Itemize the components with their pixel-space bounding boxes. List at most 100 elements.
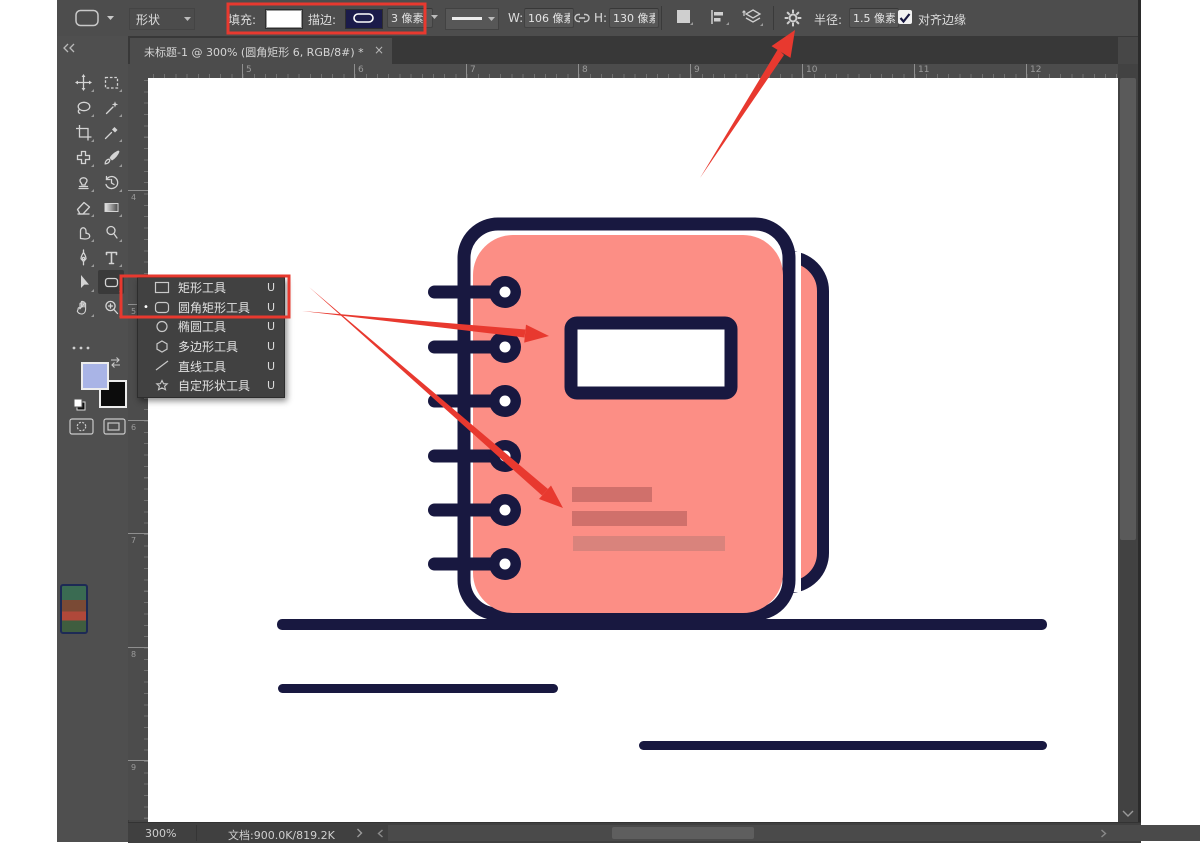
fill-label: 填充: [228, 11, 256, 28]
chevron-down-icon [184, 17, 191, 22]
collapse-panel-icon [62, 43, 76, 53]
dodge-tool[interactable] [98, 220, 124, 244]
checkbox-check-icon [898, 11, 912, 25]
arrange-icon [741, 8, 765, 28]
height-label: H: [594, 11, 607, 25]
quick-mask-icon [69, 418, 95, 435]
screen-mode-button[interactable] [103, 418, 127, 439]
scroll-right-icon[interactable] [1100, 829, 1108, 838]
align-edges-checkbox[interactable] [898, 10, 912, 24]
tool-preset-button[interactable] [71, 6, 119, 30]
width-input[interactable] [524, 8, 574, 28]
tool-options-bar: 形状 填充: 描边: W: H: [57, 0, 1138, 37]
path-selection-tool[interactable] [70, 270, 96, 294]
horizontal-ruler: 5 6 7 8 9 10 11 12 [148, 64, 1118, 78]
path-operations-button[interactable] [675, 9, 695, 27]
menu-item-shortcut: U [267, 379, 275, 392]
spot-healing-brush-tool[interactable] [70, 145, 96, 169]
status-bar: 300% 文档:900.0K/819.2K [128, 822, 1141, 843]
stroke-width-input[interactable] [387, 8, 433, 28]
crop-tool[interactable] [70, 120, 96, 144]
menu-item-shortcut: U [267, 301, 275, 314]
ellipse-icon [153, 320, 171, 333]
menu-item-label: 圆角矩形工具 [178, 299, 250, 316]
vertical-ruler: 4 5 6 7 8 9 [128, 78, 148, 820]
chevron-down-icon[interactable] [431, 15, 438, 20]
ruler-mark: 7 [466, 64, 476, 78]
pen-tool[interactable] [70, 245, 96, 269]
height-input[interactable] [609, 8, 659, 28]
default-colors-button[interactable] [73, 396, 87, 415]
menu-item-rounded-rectangle-tool[interactable]: • 圆角矩形工具 U [138, 298, 284, 318]
stroke-type-select[interactable] [445, 8, 499, 30]
link-dimensions-icon[interactable] [573, 11, 591, 25]
smudge-tool[interactable] [70, 220, 96, 244]
ruler-mark: 6 [354, 64, 364, 78]
rectangle-icon [153, 281, 171, 294]
default-swatches-icon [73, 398, 87, 411]
foreground-color-swatch[interactable] [81, 362, 109, 390]
rounded-rect-preset-icon [71, 6, 119, 30]
close-tab-button[interactable]: × [374, 43, 384, 57]
magic-wand-tool[interactable] [98, 95, 124, 119]
edit-toolbar-button[interactable] [71, 336, 93, 355]
brush-tool[interactable] [98, 145, 124, 169]
scroll-left-icon[interactable] [376, 829, 384, 838]
ruler-mark: 8 [128, 647, 148, 659]
history-brush-tool[interactable] [98, 170, 124, 194]
scroll-down-icon[interactable] [1122, 810, 1134, 818]
menu-item-label: 椭圆工具 [178, 318, 226, 335]
document-tab-bar: 未标题-1 @ 300% (圆角矩形 6, RGB/8#) * × [128, 36, 1118, 64]
radius-input[interactable] [849, 8, 899, 28]
document-info: 文档:900.0K/819.2K [228, 827, 335, 843]
tool-mode-select[interactable]: 形状 [129, 8, 195, 30]
align-icon [709, 9, 731, 27]
ruler-mark: 11 [914, 64, 929, 78]
menu-item-polygon-tool[interactable]: 多边形工具 U [138, 337, 284, 357]
path-arrangement-button[interactable] [741, 8, 765, 28]
swap-colors-button[interactable] [109, 354, 124, 373]
document-tab[interactable]: 未标题-1 @ 300% (圆角矩形 6, RGB/8#) * × [130, 38, 392, 64]
collapse-panel-button[interactable] [62, 38, 76, 57]
clone-stamp-tool[interactable] [70, 170, 96, 194]
ellipsis-icon [71, 345, 93, 351]
ruler-mark: 9 [690, 64, 700, 78]
quick-mask-button[interactable] [69, 418, 95, 439]
path-alignment-button[interactable] [709, 9, 731, 27]
menu-item-rectangle-tool[interactable]: 矩形工具 U [138, 278, 284, 298]
horizontal-scrollbar-thumb[interactable] [612, 827, 754, 839]
vertical-scrollbar-thumb[interactable] [1120, 78, 1136, 540]
gradient-tool[interactable] [98, 195, 124, 219]
stroke-color-swatch[interactable] [345, 9, 383, 29]
menu-item-shortcut: U [267, 340, 275, 353]
move-tool[interactable] [70, 70, 96, 94]
horizontal-scrollbar[interactable] [388, 825, 1200, 841]
menu-item-shortcut: U [267, 320, 275, 333]
custom-shape-icon [153, 379, 171, 392]
swap-colors-icon [109, 356, 124, 369]
rounded-rectangle-tool[interactable] [98, 270, 124, 294]
shape-settings-button[interactable] [783, 8, 803, 28]
document-canvas[interactable] [148, 78, 1118, 822]
lasso-tool[interactable] [70, 95, 96, 119]
polygon-icon [153, 340, 171, 353]
stroke-label: 描边: [308, 11, 336, 28]
hand-tool[interactable] [70, 295, 96, 319]
fill-color-swatch[interactable] [265, 9, 303, 29]
eraser-tool[interactable] [70, 195, 96, 219]
status-menu-icon[interactable] [356, 828, 364, 838]
menu-item-line-tool[interactable]: 直线工具 U [138, 356, 284, 376]
menu-item-custom-shape-tool[interactable]: 自定形状工具 U [138, 376, 284, 396]
type-tool[interactable] [98, 245, 124, 269]
tools-panel [57, 36, 129, 842]
ruler-origin-corner[interactable] [128, 64, 149, 79]
zoom-level[interactable]: 300% [145, 827, 176, 840]
rectangular-marquee-tool[interactable] [98, 70, 124, 94]
zoom-tool[interactable] [98, 295, 124, 319]
document-tab-title: 未标题-1 @ 300% (圆角矩形 6, RGB/8#) * [144, 44, 364, 60]
menu-item-shortcut: U [267, 360, 275, 373]
menu-item-label: 矩形工具 [178, 279, 226, 296]
eyedropper-tool[interactable] [98, 120, 124, 144]
vertical-scrollbar[interactable] [1118, 64, 1138, 822]
menu-item-ellipse-tool[interactable]: 椭圆工具 U [138, 317, 284, 337]
